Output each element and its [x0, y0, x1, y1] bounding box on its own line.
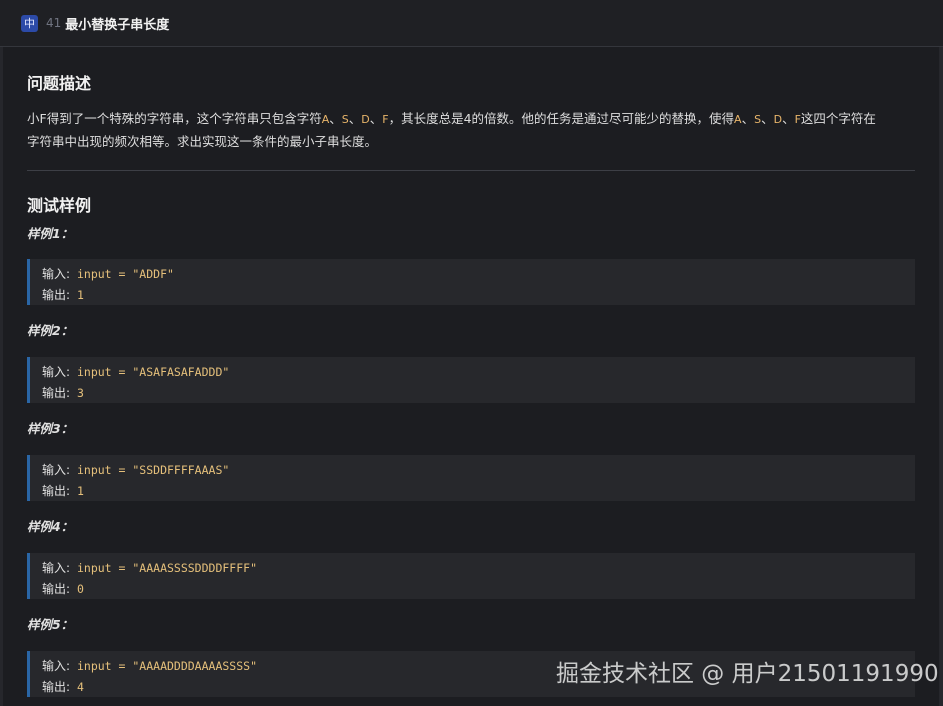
sample-input-line: 输入: input = "AAAASSSSDDDDFFFF" [42, 561, 257, 575]
description-line-2: 字符串中出现的频次相等。求出实现这一条件的最小子串长度。 [27, 134, 378, 149]
sample-input-line: 输入: input = "ADDF" [42, 267, 174, 281]
watermark: 掘金技术社区 @ 用户21501191990 [556, 661, 939, 687]
sample-output-line: 输出: 0 [42, 582, 84, 596]
description-heading: 问题描述 [27, 74, 92, 93]
sample-label: 样例1： [27, 226, 74, 241]
samples-heading: 测试样例 [27, 196, 92, 215]
sample-code-block: 输入: input = "ADDF" 输出: 1 [27, 259, 915, 305]
sample-output-line: 输出: 1 [42, 484, 84, 498]
sample-label: 样例5： [27, 617, 74, 632]
problem-title: 最小替换子串长度 [65, 17, 170, 33]
sample-3: 样例3： 输入: input = "SSDDFFFFAAAS" 输出: 1 [27, 419, 915, 501]
page: 中 41 最小替换子串长度 问题描述 小F得到了一个特殊的字符串，这个字符串只包… [0, 0, 943, 706]
sample-2: 样例2： 输入: input = "ASAFASAFADDD" 输出: 3 [27, 321, 915, 403]
sample-output-line: 输出: 3 [42, 386, 84, 400]
section-divider [27, 170, 915, 171]
sample-4: 样例4： 输入: input = "AAAASSSSDDDDFFFF" 输出: … [27, 517, 915, 599]
left-panel-edge [0, 47, 3, 706]
problem-content: 问题描述 小F得到了一个特殊的字符串，这个字符串只包含字符A、S、D、F，其长度… [27, 47, 915, 697]
scrollbar-track[interactable] [939, 47, 943, 706]
sample-1: 样例1： 输入: input = "ADDF" 输出: 1 [27, 224, 915, 305]
problem-number: 41 [46, 16, 62, 30]
sample-input-line: 输入: input = "ASAFASAFADDD" [42, 365, 230, 379]
description-line-1: 小F得到了一个特殊的字符串，这个字符串只包含字符A、S、D、F，其长度总是4的倍… [27, 111, 876, 126]
sample-output-line: 输出: 1 [42, 288, 84, 302]
sample-code-block: 输入: input = "ASAFASAFADDD" 输出: 3 [27, 357, 915, 403]
language-badge[interactable]: 中 [21, 14, 38, 32]
problem-header: 中 41 最小替换子串长度 [0, 0, 943, 47]
description-text: 小F得到了一个特殊的字符串，这个字符串只包含字符A、S、D、F，其长度总是4的倍… [27, 108, 915, 153]
sample-label: 样例4： [27, 519, 74, 534]
sample-code-block: 输入: input = "AAAASSSSDDDDFFFF" 输出: 0 [27, 553, 915, 599]
sample-label: 样例3： [27, 421, 74, 436]
sample-input-line: 输入: input = "SSDDFFFFAAAS" [42, 463, 230, 477]
sample-code-block: 输入: input = "SSDDFFFFAAAS" 输出: 1 [27, 455, 915, 501]
sample-label: 样例2： [27, 323, 74, 338]
